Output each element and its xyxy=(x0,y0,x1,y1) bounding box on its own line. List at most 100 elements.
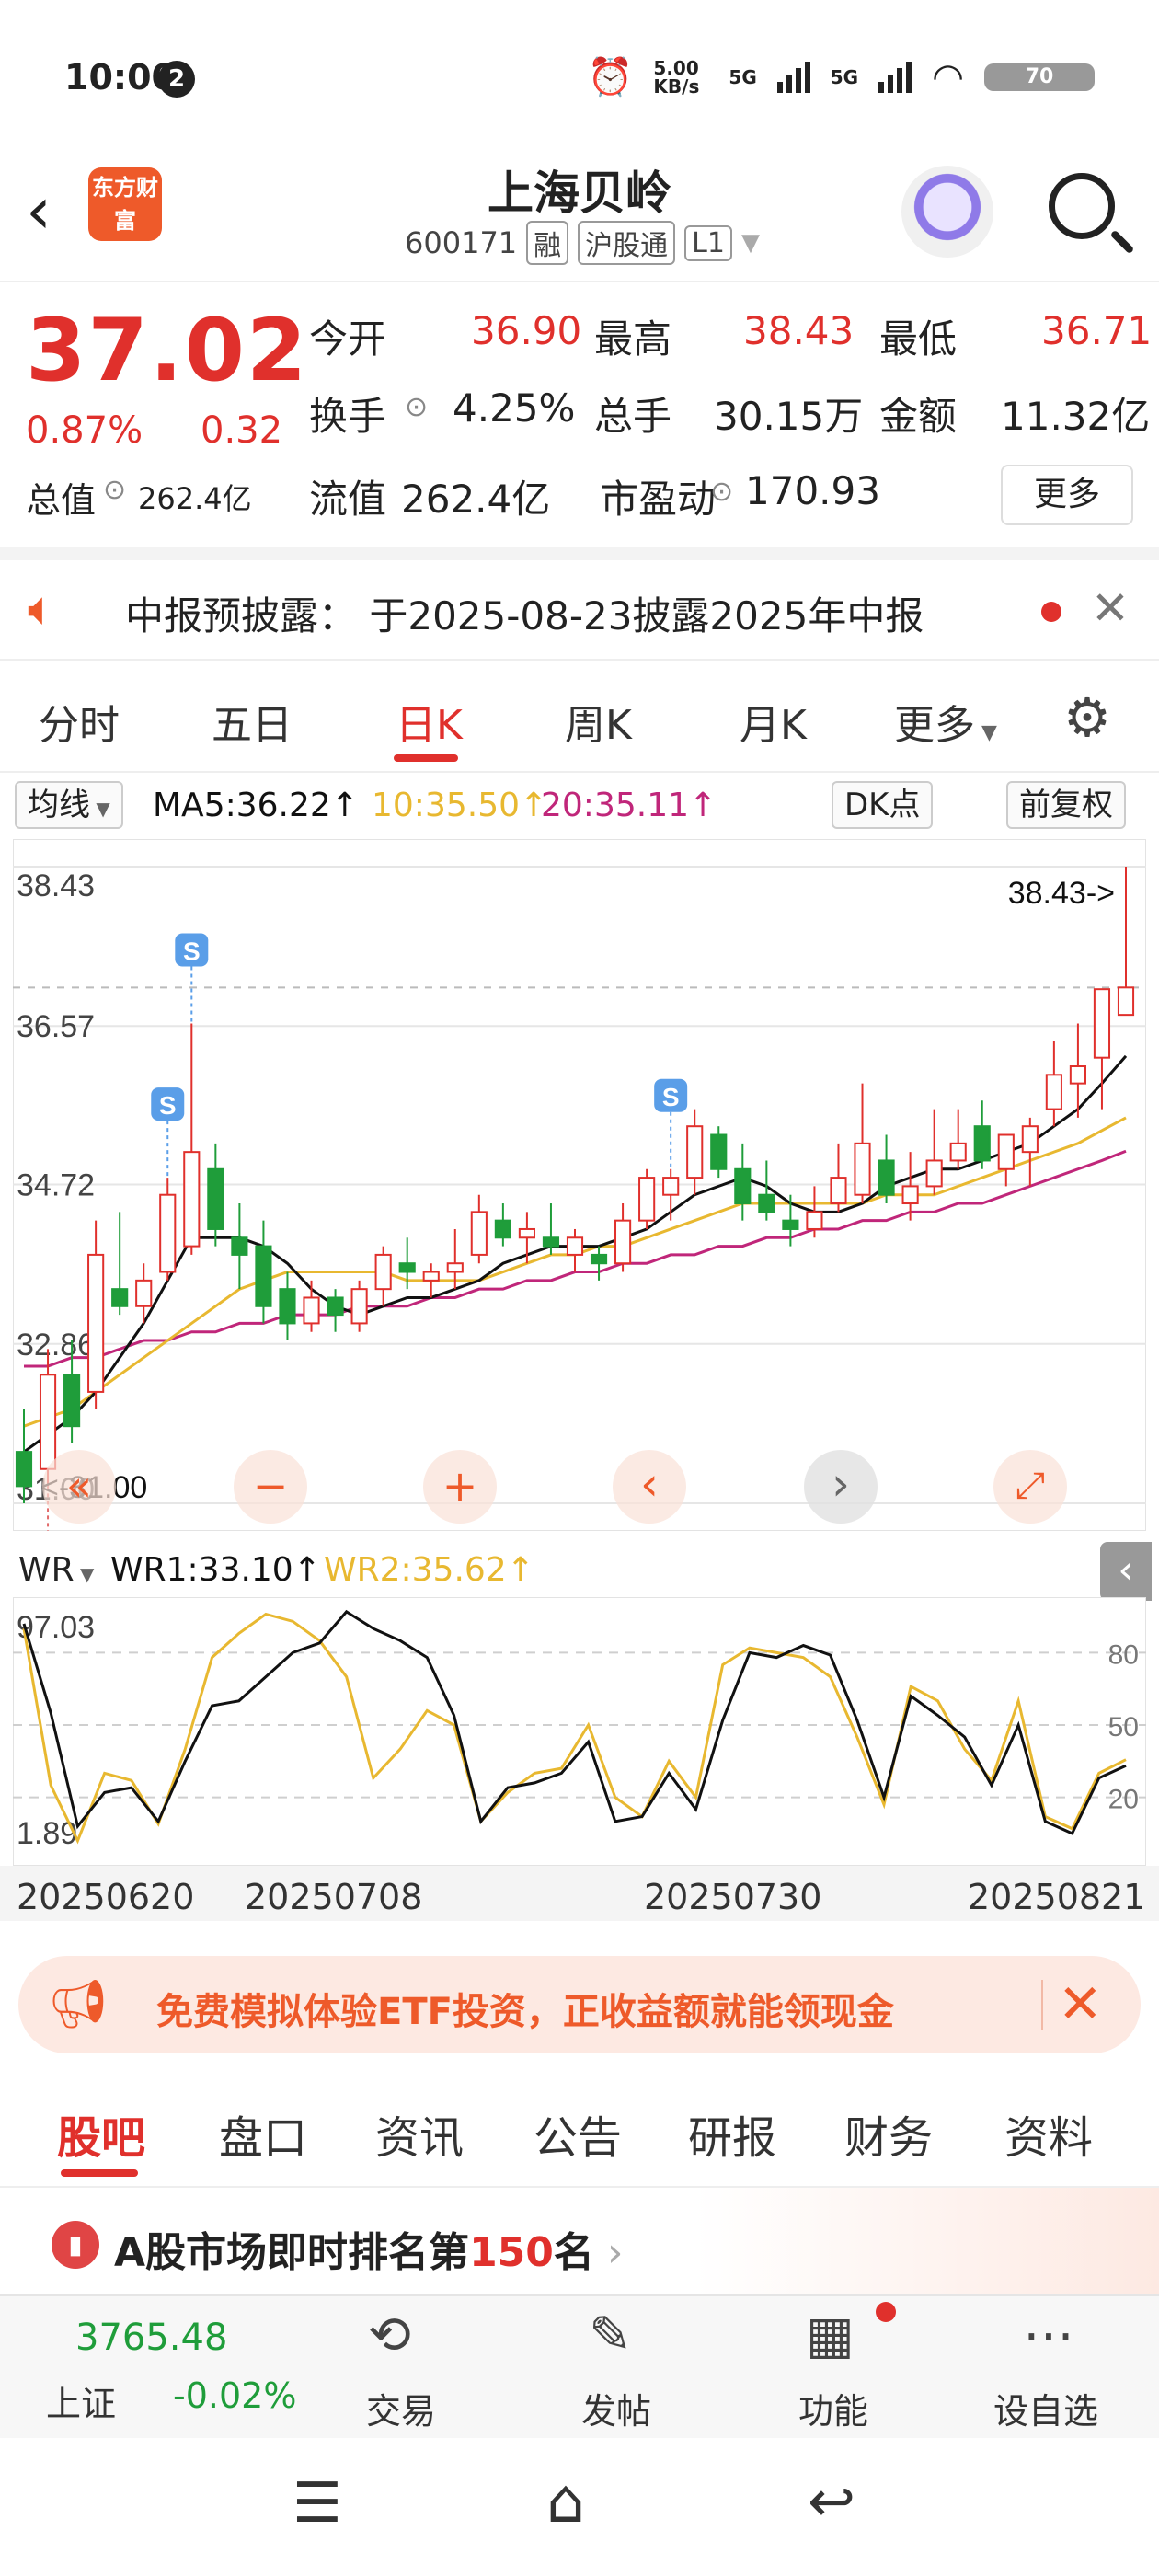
chevron-right-icon: › xyxy=(593,2229,624,2276)
dock-post[interactable]: 发帖 xyxy=(581,2383,651,2433)
rank-number: 150 xyxy=(469,2229,554,2276)
ma20-label: 20:35.11↑ xyxy=(541,787,717,824)
tab-daily-k[interactable]: 日K xyxy=(396,692,463,751)
wr-right-tick: 80 xyxy=(1108,1639,1139,1670)
stat-value: 262.4亿 xyxy=(138,481,252,516)
wr-legend-row: WR ▼ WR1:33.10↑ WR2:35.62↑ ‹ xyxy=(0,1542,1159,1601)
edit-post-icon[interactable]: ✎ xyxy=(589,2306,632,2365)
date-tick: 20250730 xyxy=(644,1877,822,1917)
candle-up xyxy=(422,1271,440,1282)
more-dots-icon[interactable]: ⋯ xyxy=(1023,2306,1074,2365)
stat-label: 最低 xyxy=(879,316,958,362)
stat-label: 换手 xyxy=(309,394,387,439)
scroll-right-button[interactable]: › xyxy=(804,1450,878,1524)
candle-down xyxy=(63,1374,81,1428)
tab-announcements[interactable]: 公告 xyxy=(534,2101,622,2166)
wr-chart[interactable]: 80502097.031.89 xyxy=(13,1597,1146,1866)
grid-apps-icon[interactable]: ▦ xyxy=(806,2306,855,2365)
candle-up xyxy=(446,1262,464,1273)
caret-down-icon: ▼ xyxy=(740,229,760,257)
notice-text: 中报预披露： 于2025-08-23披露2025年中报 xyxy=(125,593,924,638)
adjust-button[interactable]: 前复权 xyxy=(1006,781,1126,829)
tab-more[interactable]: 更多 ▼ xyxy=(894,692,997,751)
rewind-button[interactable]: « xyxy=(42,1450,116,1524)
notice-bar[interactable]: 🔈︎ 中报预披露： 于2025-08-23披露2025年中报 ✕ xyxy=(0,561,1159,661)
yen-exchange-icon[interactable]: ⟲ xyxy=(368,2306,411,2365)
gear-icon[interactable]: ⚙ xyxy=(1063,686,1111,749)
tab-weekly-k[interactable]: 周K xyxy=(565,692,632,751)
zoom-out-button[interactable]: − xyxy=(234,1450,307,1524)
info-icon[interactable]: ⊙ xyxy=(103,474,126,506)
dk-point-button[interactable]: DK点 xyxy=(832,781,934,829)
candle-up xyxy=(566,1236,584,1256)
stat-value: 170.93 xyxy=(745,468,880,513)
index-value[interactable]: 3765.48 xyxy=(75,2317,227,2359)
rank-row[interactable]: ▮ A股市场即时排名第150名 › xyxy=(0,2188,1159,2294)
home-icon[interactable]: ⌂ xyxy=(546,2466,585,2536)
tab-order-book[interactable]: 盘口 xyxy=(219,2101,307,2166)
close-icon[interactable]: ✕ xyxy=(1091,581,1130,635)
dock-functions[interactable]: 功能 xyxy=(798,2383,868,2433)
candle-up xyxy=(374,1253,392,1291)
candle-down xyxy=(782,1219,799,1230)
candle-up xyxy=(830,1177,847,1205)
info-icon[interactable]: ⊙ xyxy=(710,476,733,508)
close-icon[interactable]: ✕ xyxy=(1058,1972,1103,2035)
signal-icon-2 xyxy=(878,61,912,93)
tab-five-day[interactable]: 五日 xyxy=(212,692,293,751)
candle-down xyxy=(231,1236,248,1256)
system-nav-bar: ☰ ⌂ ↩ xyxy=(0,2438,1159,2576)
bar-chart-icon: ▮ xyxy=(52,2221,99,2269)
tag-margin: 融 xyxy=(526,221,569,265)
indicator-selector[interactable]: 均线 ▼ xyxy=(15,781,123,829)
wr1-label: WR1:33.10↑ xyxy=(110,1551,321,1589)
marker-label: S xyxy=(159,1091,177,1120)
scroll-left-button[interactable]: ‹ xyxy=(613,1450,686,1524)
zoom-in-button[interactable]: + xyxy=(423,1450,497,1524)
robot-avatar-icon[interactable] xyxy=(901,166,993,258)
stat-value: 36.90 xyxy=(471,308,582,353)
quote-panel: 37.02 0.87% 0.32 今开 36.90 最高 38.43 最低 36… xyxy=(0,281,1159,560)
marker-label: S xyxy=(662,1083,680,1111)
tab-monthly-k[interactable]: 月K xyxy=(740,692,807,751)
back-icon[interactable]: ↩ xyxy=(808,2467,855,2535)
dock-watchlist[interactable]: 设自选 xyxy=(993,2383,1098,2433)
wr-right-tick: 20 xyxy=(1108,1785,1139,1815)
max-price-marker: 38.43-> xyxy=(1008,876,1115,911)
wr-selector-label: WR xyxy=(18,1551,75,1589)
more-button[interactable]: 更多 xyxy=(1001,465,1133,525)
candle-up xyxy=(925,1159,943,1188)
candle-up xyxy=(183,1151,201,1248)
tab-research[interactable]: 研报 xyxy=(688,2101,776,2166)
wr-right-tick: 50 xyxy=(1108,1712,1139,1742)
ma5-label: MA5:36.22↑ xyxy=(153,787,359,824)
candle-up xyxy=(997,1133,1015,1170)
candle-down xyxy=(494,1219,511,1239)
tab-news[interactable]: 资讯 xyxy=(375,2101,464,2166)
stock-code-row[interactable]: 600171 融 沪股通 L1 ▼ xyxy=(405,221,760,265)
dock-trade[interactable]: 交易 xyxy=(366,2383,436,2433)
promo-banner[interactable]: 📢︎ 免费模拟体验ETF投资，正收益额就能领现金 ✕ xyxy=(18,1956,1141,2053)
collapse-panel-icon[interactable]: ‹ xyxy=(1100,1542,1152,1601)
fullscreen-button[interactable]: ⤢ xyxy=(993,1450,1067,1524)
candle-down xyxy=(734,1167,752,1205)
menu-icon[interactable]: ☰ xyxy=(293,2471,342,2536)
wr-selector[interactable]: WR ▼ xyxy=(18,1551,94,1589)
info-icon[interactable]: ⊙ xyxy=(405,391,428,423)
candle-up xyxy=(1069,1065,1086,1085)
tab-profile[interactable]: 资料 xyxy=(1004,2101,1093,2166)
search-icon[interactable] xyxy=(1049,173,1115,239)
candle-up xyxy=(614,1219,632,1265)
alarm-icon: ⏰ xyxy=(587,56,634,98)
stat-label: 总手 xyxy=(594,394,672,439)
tab-finance[interactable]: 财务 xyxy=(844,2101,933,2166)
tab-guba[interactable]: 股吧 xyxy=(57,2101,145,2166)
kline-chart[interactable]: 38.4336.5734.7232.8631.00BSSS38.43-><-31… xyxy=(13,839,1146,1531)
candle-down xyxy=(207,1167,224,1230)
percent-change: 0.87% xyxy=(26,409,143,452)
status-bar: 10:00 2 ⏰ 5.00 KB/s 5G 5G ◠ 70 xyxy=(0,0,1159,156)
candle-up xyxy=(518,1227,535,1239)
stat-value: 4.25% xyxy=(453,385,576,431)
tab-intraday[interactable]: 分时 xyxy=(39,692,120,751)
rank-prefix: A股市场即时排名第 xyxy=(114,2229,470,2276)
